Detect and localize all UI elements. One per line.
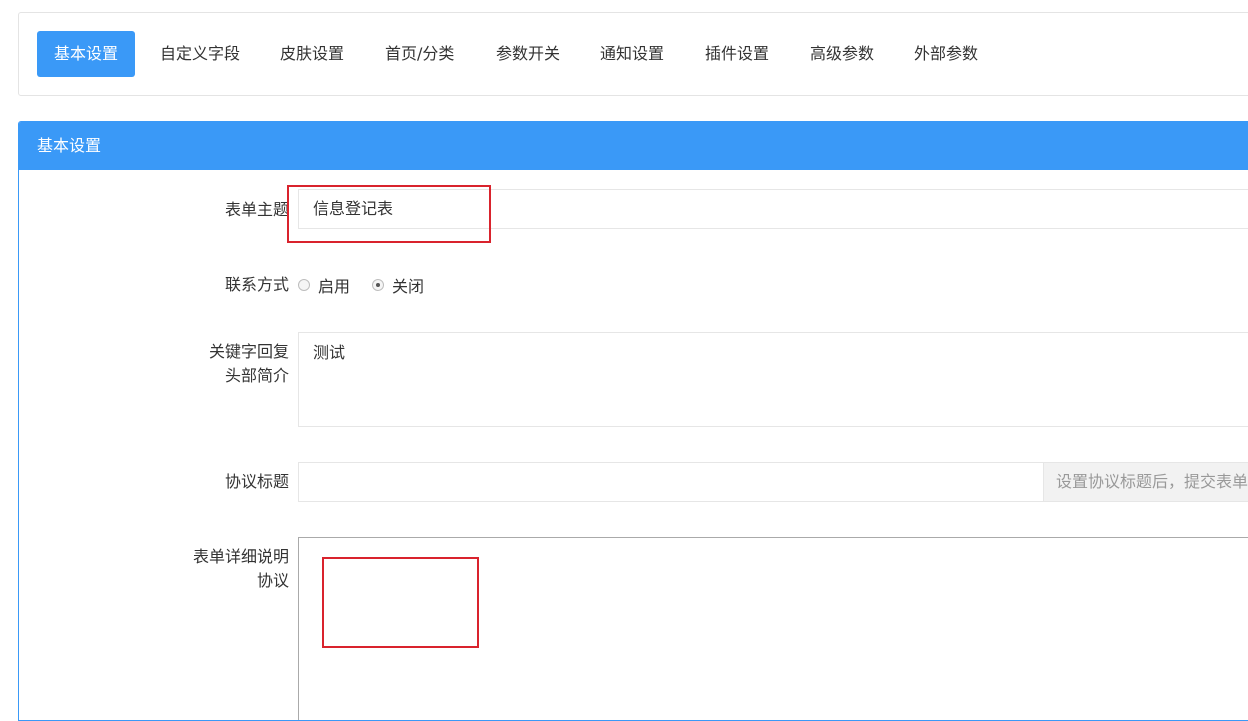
keyword-reply-label: 关键字回复 bbox=[208, 342, 289, 361]
contact-label: 联系方式 bbox=[224, 275, 289, 294]
tabs-bar: 基本设置 自定义字段 皮肤设置 首页/分类 参数开关 通知设置 插件设置 高级参… bbox=[18, 12, 1248, 96]
tab-basic-settings[interactable]: 基本设置 bbox=[37, 31, 136, 77]
detail-editor[interactable] bbox=[298, 537, 1248, 720]
header-intro-label: 头部简介 bbox=[224, 366, 289, 385]
radio-enable[interactable] bbox=[298, 279, 310, 291]
tab-notification-settings[interactable]: 通知设置 bbox=[600, 31, 664, 77]
radio-disable[interactable] bbox=[372, 279, 385, 291]
keyword-reply-textarea[interactable]: 测试 bbox=[298, 332, 1248, 427]
tab-param-switches[interactable]: 参数开关 bbox=[496, 31, 560, 77]
radio-enable-label[interactable]: 启用 bbox=[318, 273, 350, 297]
detail-agreement-label: 协议 bbox=[256, 571, 289, 590]
tab-home-category[interactable]: 首页/分类 bbox=[385, 31, 454, 77]
radio-disable-label[interactable]: 关闭 bbox=[392, 273, 424, 297]
tab-external-params[interactable]: 外部参数 bbox=[914, 31, 978, 77]
tab-advanced-params[interactable]: 高级参数 bbox=[810, 31, 874, 77]
contact-radio-group: 启用 关闭 bbox=[298, 273, 446, 297]
tab-custom-fields[interactable]: 自定义字段 bbox=[160, 31, 240, 77]
agreement-title-hint: 设置协议标题后，提交表单 bbox=[1043, 462, 1248, 502]
subject-input[interactable]: 信息登记表 bbox=[298, 189, 1248, 229]
agreement-title-label: 协议标题 bbox=[224, 472, 289, 491]
subject-label: 表单主题 bbox=[224, 200, 289, 219]
tab-plugin-settings[interactable]: 插件设置 bbox=[705, 31, 769, 77]
detail-label: 表单详细说明 bbox=[192, 547, 289, 566]
basic-settings-panel: 基本设置 表单主题 信息登记表 联系方式 启用 关闭 关键字回复 头部简介 测试… bbox=[18, 121, 1248, 721]
agreement-title-input[interactable] bbox=[298, 462, 1044, 502]
panel-title: 基本设置 bbox=[19, 122, 1248, 170]
tab-skin-settings[interactable]: 皮肤设置 bbox=[280, 31, 344, 77]
